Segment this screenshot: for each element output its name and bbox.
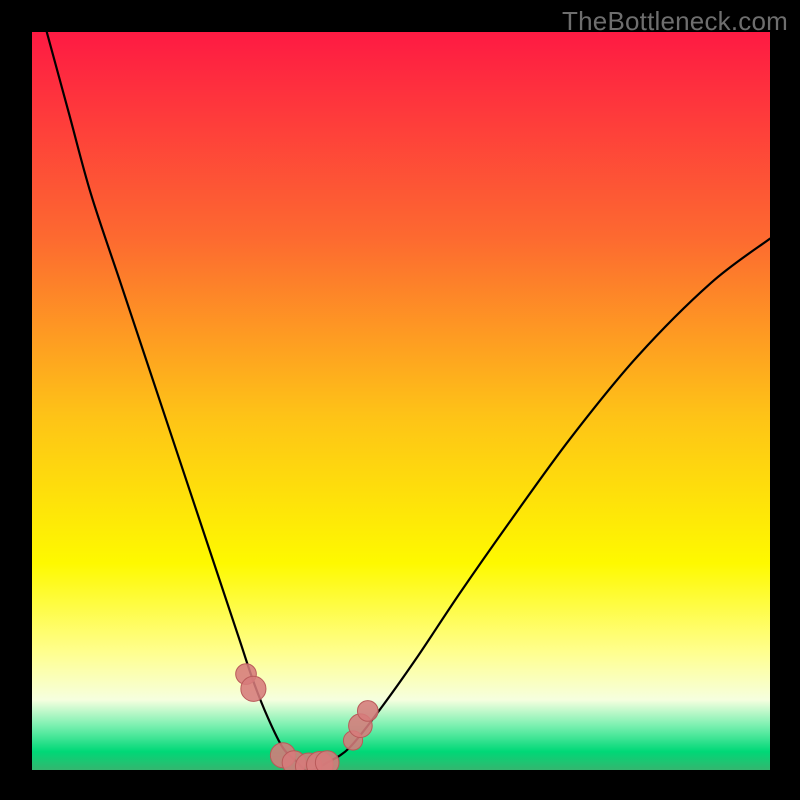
- gradient-background: [32, 32, 770, 770]
- chart-svg: [32, 32, 770, 770]
- marker-point: [241, 676, 266, 701]
- marker-point: [315, 751, 339, 770]
- plot-area: [32, 32, 770, 770]
- marker-point: [357, 701, 378, 722]
- watermark-text: TheBottleneck.com: [562, 6, 788, 37]
- chart-frame: TheBottleneck.com: [0, 0, 800, 800]
